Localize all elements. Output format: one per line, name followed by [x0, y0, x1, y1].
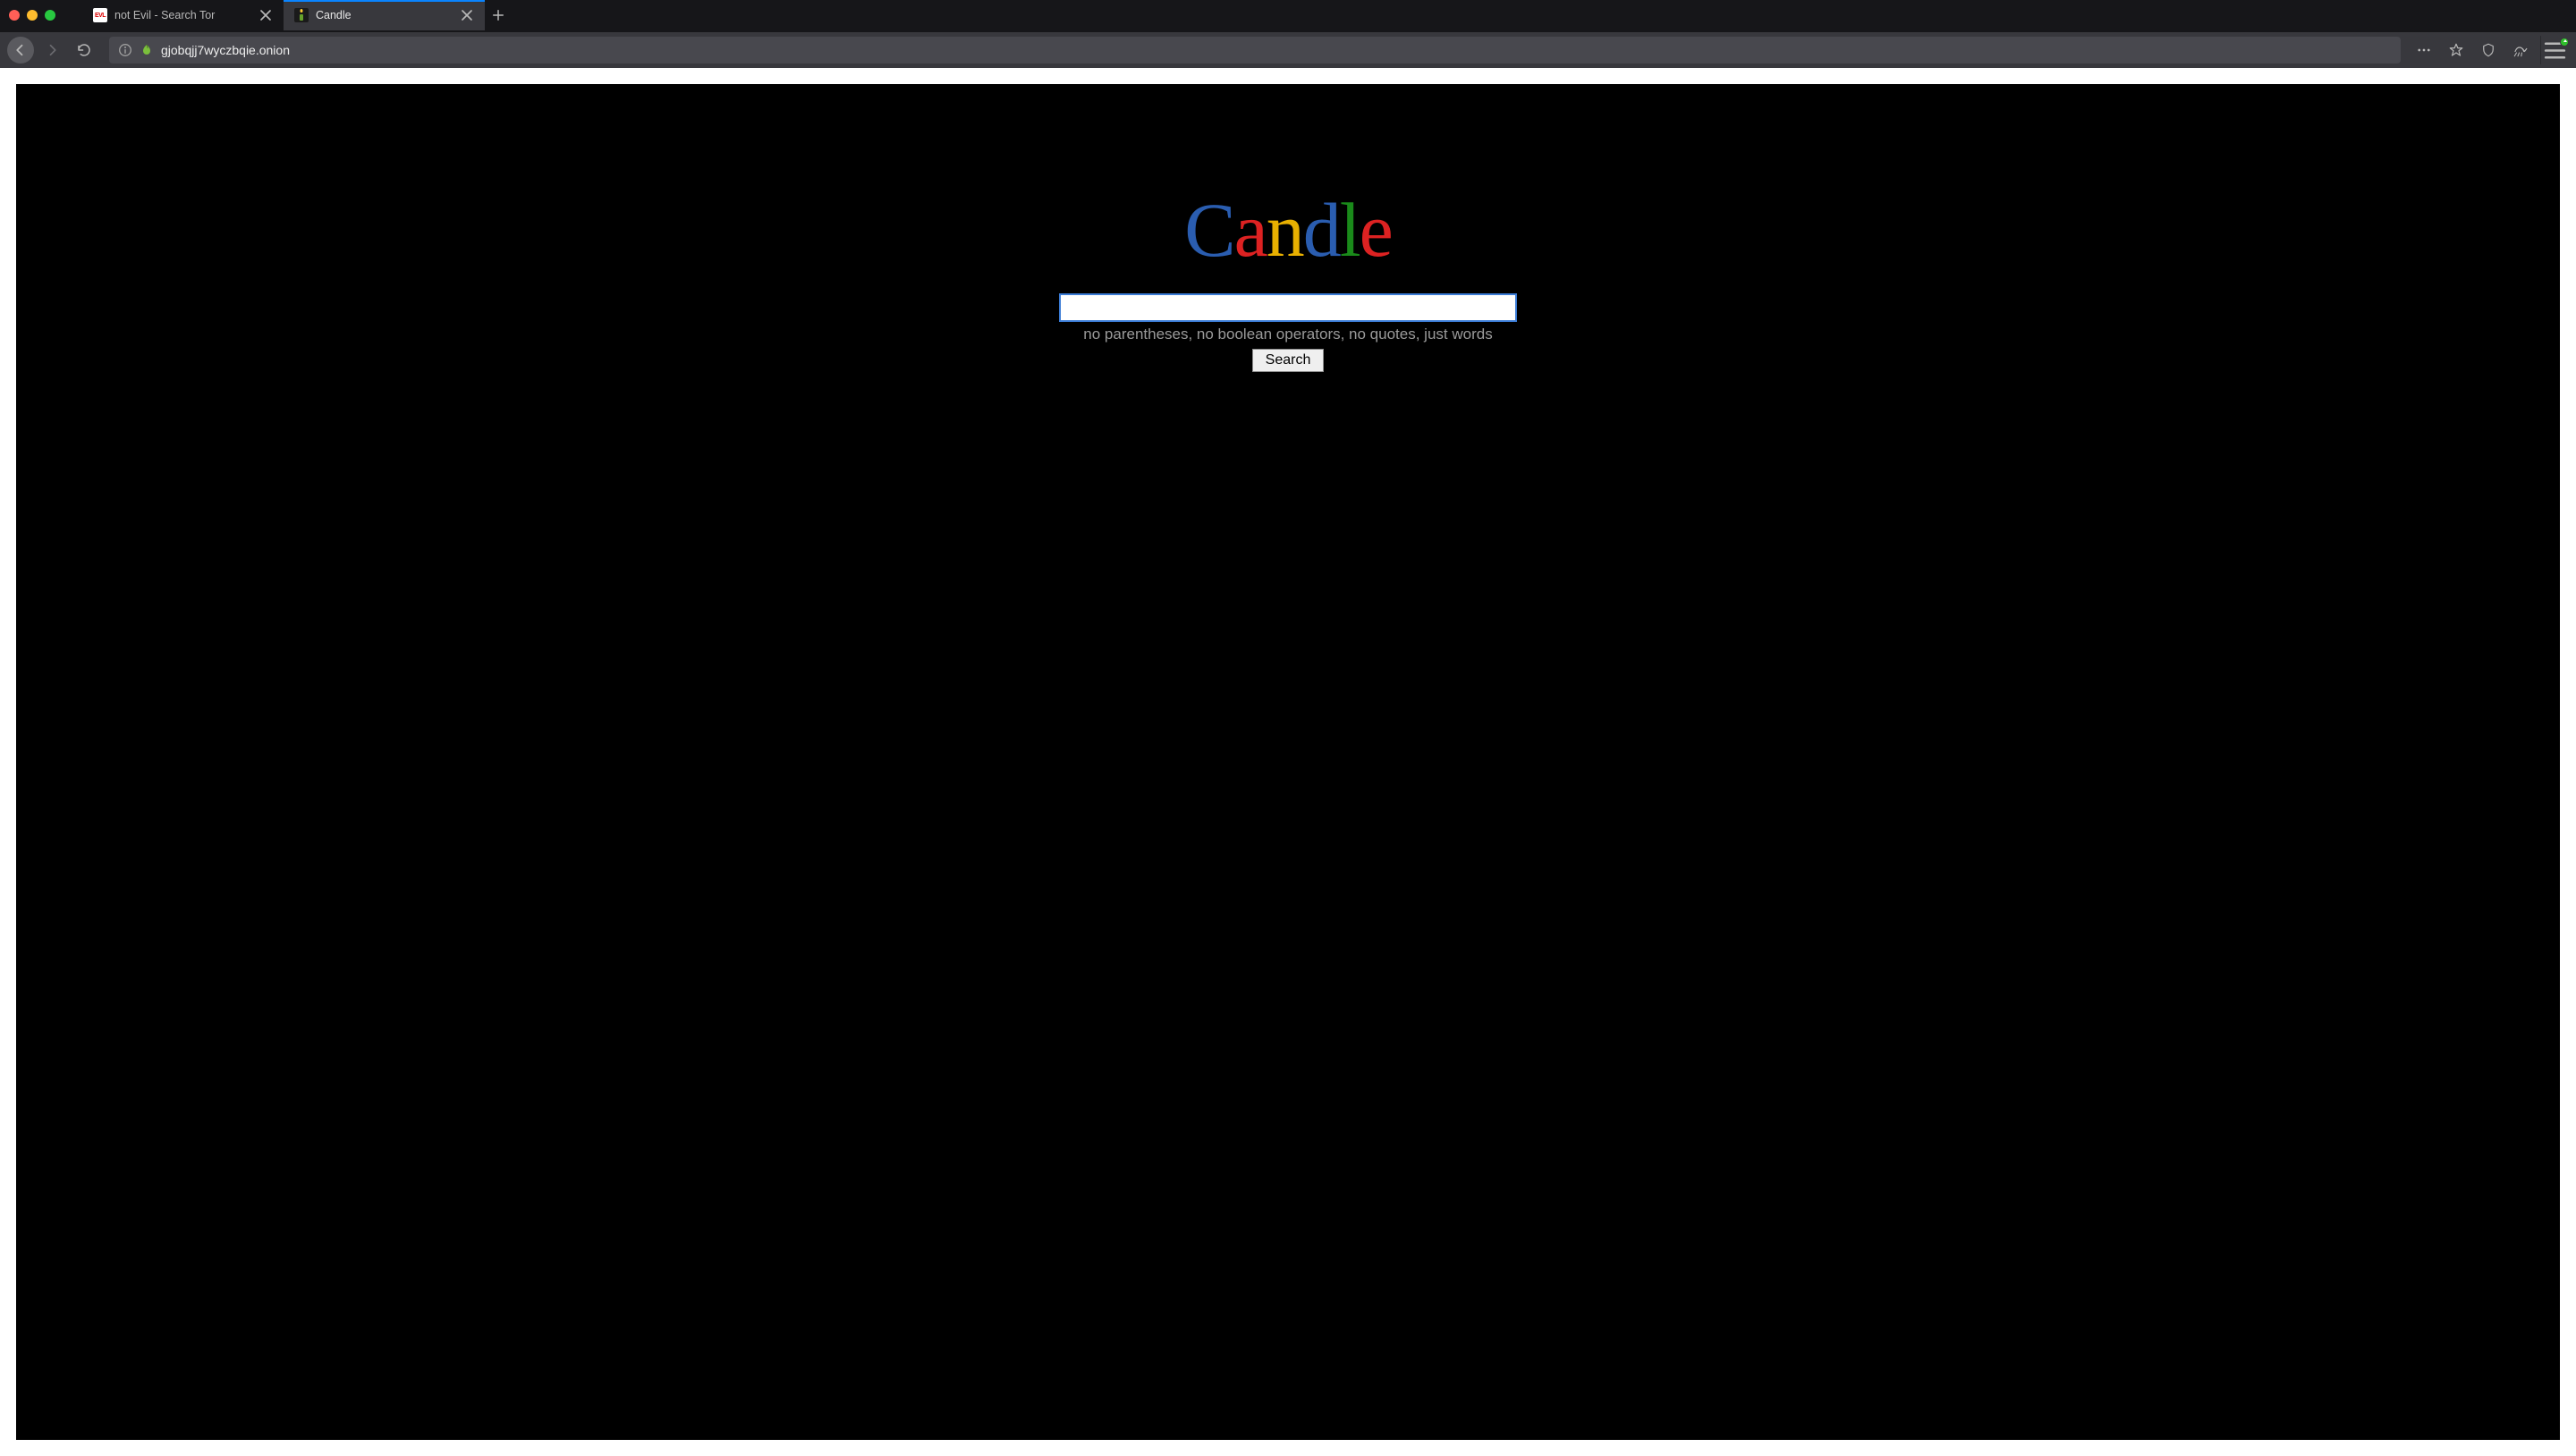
- shield-button[interactable]: [2476, 38, 2501, 63]
- window-minimize-button[interactable]: [27, 10, 38, 21]
- candle-page: Candle no parentheses, no boolean operat…: [16, 84, 2560, 1440]
- search-hint-text: no parentheses, no boolean operators, no…: [1083, 326, 1492, 343]
- bookmark-button[interactable]: [2444, 38, 2469, 63]
- window-zoom-button[interactable]: [45, 10, 55, 21]
- search-input[interactable]: [1059, 293, 1517, 322]
- tab-candle[interactable]: Candle: [284, 0, 485, 30]
- app-menu-button[interactable]: [2540, 36, 2569, 64]
- new-tab-button[interactable]: [485, 0, 512, 30]
- url-text: gjobqjj7wyczbqie.onion: [161, 43, 2392, 57]
- tab-strip: EVL not Evil - Search Tor Candle: [0, 0, 2576, 32]
- forward-button[interactable]: [38, 36, 66, 64]
- reload-button[interactable]: [70, 36, 98, 64]
- logo-letter: n: [1267, 191, 1303, 268]
- new-circuit-button[interactable]: [2508, 38, 2533, 63]
- tab-not-evil[interactable]: EVL not Evil - Search Tor: [82, 0, 284, 30]
- favicon-not-evil-icon: EVL: [93, 8, 107, 22]
- window-controls: [9, 0, 82, 30]
- browser-window: EVL not Evil - Search Tor Candle: [0, 0, 2576, 1456]
- search-button[interactable]: Search: [1252, 349, 1325, 372]
- site-info-icon[interactable]: [118, 43, 132, 57]
- onion-site-icon: [140, 43, 154, 57]
- candle-logo: Candle: [1184, 191, 1392, 268]
- tab-close-button[interactable]: [258, 8, 273, 22]
- url-bar[interactable]: gjobqjj7wyczbqie.onion: [109, 37, 2401, 63]
- tab-title: not Evil - Search Tor: [114, 9, 251, 21]
- logo-letter: a: [1234, 191, 1267, 268]
- update-available-badge-icon: [2560, 38, 2569, 47]
- tab-title: Candle: [316, 9, 453, 21]
- logo-letter: C: [1184, 191, 1233, 268]
- logo-letter: e: [1360, 191, 1392, 268]
- toolbar-right-icons: [2411, 38, 2533, 63]
- logo-letter: d: [1303, 191, 1340, 268]
- page-actions-button[interactable]: [2411, 38, 2436, 63]
- viewport: Candle no parentheses, no boolean operat…: [0, 68, 2576, 1456]
- favicon-candle-icon: [294, 8, 309, 22]
- back-button[interactable]: [7, 37, 34, 63]
- logo-letter: l: [1340, 191, 1360, 268]
- toolbar: gjobqjj7wyczbqie.onion: [0, 32, 2576, 68]
- window-close-button[interactable]: [9, 10, 20, 21]
- tab-close-button[interactable]: [460, 8, 474, 22]
